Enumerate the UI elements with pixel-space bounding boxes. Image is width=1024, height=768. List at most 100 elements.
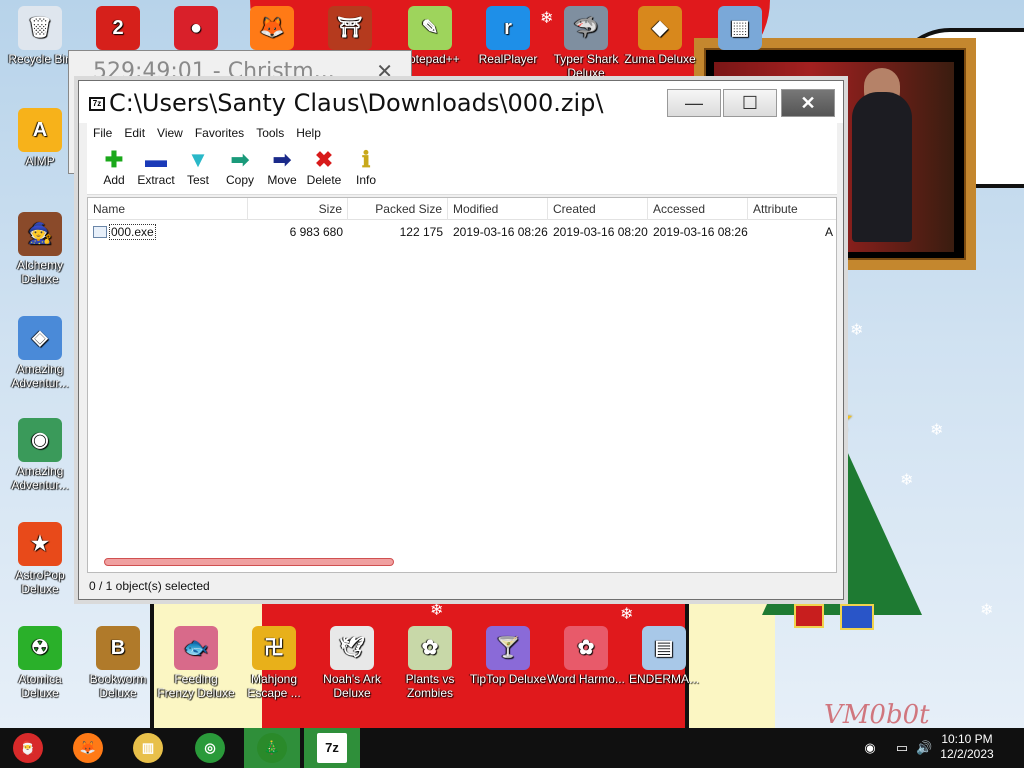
- window-title: C:\Users\Santy Claus\Downloads\000.zip\: [109, 89, 604, 117]
- atomica-deluxe-icon: ☢: [18, 626, 62, 670]
- cell-created: 2019-03-16 08:20: [553, 225, 648, 239]
- desktop-icon-label: Plants vs Zombies: [405, 672, 455, 700]
- gift-icon: [840, 604, 874, 630]
- network-icon[interactable]: ◉: [862, 740, 878, 756]
- desktop-icon-label: ENDERMA...: [628, 672, 699, 686]
- app-icon: ●: [174, 6, 218, 50]
- file-name: 000.exe: [109, 224, 156, 240]
- column-header-accessed[interactable]: Accessed: [648, 198, 748, 220]
- delete-button[interactable]: ✖ Delete: [303, 147, 345, 187]
- test-icon: ▼: [187, 147, 209, 172]
- 7zip-icon: 7z: [317, 733, 347, 763]
- snowflake-icon: ❄: [980, 602, 994, 619]
- info-button[interactable]: ℹ Info: [345, 147, 387, 187]
- taskbar-start-button[interactable]: 🎅: [0, 728, 56, 768]
- desktop-icon-enderma[interactable]: ▤ ENDERMA...: [624, 626, 704, 686]
- minimize-button[interactable]: —: [667, 89, 721, 117]
- desktop-icon-tiptop-deluxe[interactable]: 🍸 TipTop Deluxe: [468, 626, 548, 686]
- menu-file[interactable]: File: [87, 123, 118, 143]
- desktop-icon-alchemy-deluxe[interactable]: 🧙 Alchemy Deluxe: [0, 212, 80, 286]
- desktop-icon-zuma-deluxe[interactable]: ◆ Zuma Deluxe: [620, 6, 700, 66]
- desktop-icon-realplayer[interactable]: r RealPlayer: [468, 6, 548, 66]
- desktop-icon-feeding-frenzy-deluxe[interactable]: 🐟 Feeding Frenzy Deluxe: [156, 626, 236, 700]
- volume-icon[interactable]: 🔊: [916, 740, 932, 756]
- monitor-icon[interactable]: ▭: [894, 740, 910, 756]
- menu-help[interactable]: Help: [290, 123, 327, 143]
- menu-edit[interactable]: Edit: [118, 123, 151, 143]
- snowflake-icon: ❄: [620, 606, 634, 623]
- menu-bar: File Edit View Favorites Tools Help: [87, 123, 837, 145]
- desktop-icon-app[interactable]: ●: [156, 6, 236, 52]
- move-button[interactable]: ➡ Move: [261, 147, 303, 187]
- desktop: ❄ ❄ ❄ ❄ ❄ ❄ ❄ ❄ VM0b0t ★ 🗑Recycle Bin2●🦊…: [0, 0, 1024, 728]
- taskbar-7zip-button[interactable]: 7z: [304, 728, 360, 768]
- amazing-adventur-icon: ◈: [18, 316, 62, 360]
- maximize-button[interactable]: ☐: [723, 89, 777, 117]
- christmas-tree-icon: 🎄: [257, 733, 287, 763]
- column-header-name[interactable]: Name: [88, 198, 248, 220]
- desktop-icon-label: Feeding Frenzy Deluxe: [157, 672, 235, 700]
- system-tray: ◉ ▭ 🔊 10:10 PM 12/2/2023: [824, 728, 1024, 768]
- clock[interactable]: 10:10 PM 12/2/2023: [932, 732, 1002, 762]
- title-bar[interactable]: 7z C:\Users\Santy Claus\Downloads\000.zi…: [79, 81, 843, 123]
- cell-accessed: 2019-03-16 08:26: [653, 225, 748, 239]
- desktop-icon-astropop-deluxe[interactable]: ★ AstroPop Deluxe: [0, 522, 80, 596]
- copy-button[interactable]: ➡ Copy: [219, 147, 261, 187]
- cell-packed-size: 122 175: [399, 225, 443, 239]
- mahjong-escape-icon: 卍: [252, 626, 296, 670]
- desktop-icon-typer-shark-deluxe[interactable]: 🦈 Typer Shark Deluxe: [546, 6, 626, 80]
- delete-icon: ✖: [314, 147, 334, 172]
- desktop-icon-app[interactable]: 🦊: [232, 6, 312, 52]
- desktop-icon-label: Mahjong Escape ...: [247, 672, 301, 700]
- snowflake-icon: ❄: [850, 322, 864, 339]
- extract-button[interactable]: ▬ Extract: [135, 147, 177, 187]
- desktop-icon-noah-s-ark-deluxe[interactable]: 🕊 Noah's Ark Deluxe: [312, 626, 392, 700]
- column-header-created[interactable]: Created: [548, 198, 648, 220]
- 7zip-file-manager-window[interactable]: 7z C:\Users\Santy Claus\Downloads\000.zi…: [78, 80, 844, 600]
- desktop-icon-amazing-adventur[interactable]: ◈ Amazing Adventur...: [0, 316, 80, 390]
- start-icon: 🎅: [13, 733, 43, 763]
- taskbar-file-explorer-button[interactable]: ▥: [120, 728, 176, 768]
- add-button[interactable]: ✚ Add: [93, 147, 135, 187]
- desktop-icon-label: Bookworm Deluxe: [89, 672, 147, 700]
- table-row[interactable]: 000.exe 6 983 680 122 175 2019-03-16 08:…: [88, 222, 836, 242]
- close-button[interactable]: ✕: [781, 89, 835, 117]
- taskbar: 🎅 🦊 ▥ ◎ 🎄 7z ◉ ▭ 🔊 10:10 PM 12/2/2023: [0, 728, 1024, 768]
- amazing-adventur-icon: ◉: [18, 418, 62, 462]
- gift-icon: [794, 604, 824, 628]
- cell-modified: 2019-03-16 08:26: [453, 225, 548, 239]
- desktop-icon-word-harmo[interactable]: ✿ Word Harmo...: [546, 626, 626, 686]
- toolbar-label: Copy: [225, 173, 254, 187]
- clock-date: 12/2/2023: [940, 747, 994, 761]
- toolbar-label: Extract: [137, 173, 175, 187]
- file-list[interactable]: Name Size Packed Size Modified Created A…: [87, 197, 837, 573]
- app-icon: 🦊: [250, 6, 294, 50]
- column-header-modified[interactable]: Modified: [448, 198, 548, 220]
- menu-favorites[interactable]: Favorites: [189, 123, 250, 143]
- plants-vs-zombies-icon: ✿: [408, 626, 452, 670]
- column-header-packed-size[interactable]: Packed Size: [348, 198, 448, 220]
- file-icon: [93, 226, 107, 238]
- word-harmo-icon: ✿: [564, 626, 608, 670]
- desktop-icon-bookworm-deluxe[interactable]: B Bookworm Deluxe: [78, 626, 158, 700]
- taskbar-chrome-button[interactable]: ◎: [182, 728, 238, 768]
- menu-view[interactable]: View: [151, 123, 189, 143]
- column-header-size[interactable]: Size: [248, 198, 348, 220]
- desktop-icon-mahjong-escape[interactable]: 卍 Mahjong Escape ...: [234, 626, 314, 700]
- file-explorer-icon: ▥: [133, 733, 163, 763]
- column-header-attribute[interactable]: Attribute: [748, 198, 836, 220]
- taskbar-christmas-tree-button[interactable]: 🎄: [244, 728, 300, 768]
- desktop-icon-app[interactable]: ▦: [700, 6, 780, 52]
- desktop-icon-atomica-deluxe[interactable]: ☢ Atomica Deluxe: [0, 626, 80, 700]
- desktop-icon-amazing-adventur[interactable]: ◉ Amazing Adventur...: [0, 418, 80, 492]
- desktop-icon-label: Noah's Ark Deluxe: [323, 672, 381, 700]
- test-button[interactable]: ▼ Test: [177, 147, 219, 187]
- desktop-icon-app[interactable]: ⛩: [310, 6, 390, 52]
- desktop-icon-app[interactable]: 2: [78, 6, 158, 52]
- desktop-icon-plants-vs-zombies[interactable]: ✿ Plants vs Zombies: [390, 626, 470, 700]
- cell-name: 000.exe: [88, 222, 248, 242]
- menu-tools[interactable]: Tools: [250, 123, 290, 143]
- taskbar-firefox-button[interactable]: 🦊: [60, 728, 116, 768]
- desktop-icon-label: Alchemy Deluxe: [16, 258, 63, 286]
- horizontal-scrollbar[interactable]: [104, 558, 394, 566]
